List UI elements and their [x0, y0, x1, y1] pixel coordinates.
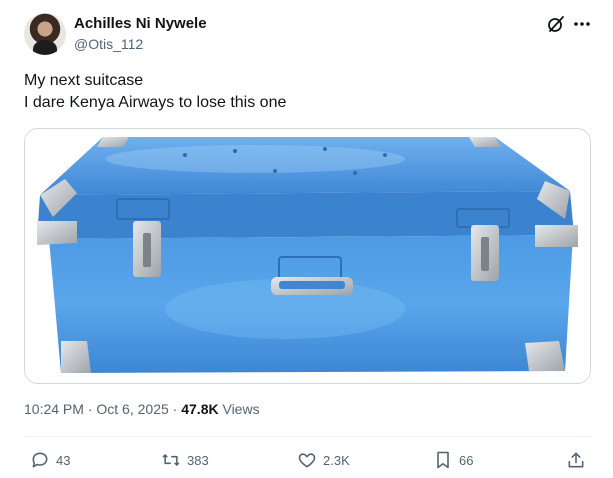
- meta-separator: ·: [87, 401, 93, 417]
- share-button[interactable]: [566, 449, 592, 471]
- divider: [24, 436, 591, 437]
- tweet-card: Achilles Ni Nywele @Otis_112 My next sui…: [0, 0, 613, 478]
- grok-icon[interactable]: [546, 14, 566, 34]
- avatar[interactable]: [24, 13, 66, 55]
- share-icon: [568, 452, 584, 468]
- tweet-line-2: I dare Kenya Airways to lose this one: [24, 94, 287, 111]
- tweet-time[interactable]: 10:24 PM: [24, 401, 84, 417]
- repost-button[interactable]: 383: [161, 449, 209, 471]
- reply-count: 43: [56, 452, 71, 468]
- tweet-meta: 10:24 PM · Oct 6, 2025 · 47.8K Views: [24, 401, 260, 417]
- bookmark-button[interactable]: 66: [433, 449, 473, 471]
- tweet-line-1: My next suitcase: [24, 72, 144, 89]
- blue-trunk-illustration: [25, 129, 590, 383]
- like-count: 2.3K: [323, 452, 350, 468]
- author-handle[interactable]: @Otis_112: [74, 36, 143, 52]
- like-button[interactable]: 2.3K: [297, 449, 350, 471]
- author-name[interactable]: Achilles Ni Nywele: [74, 15, 207, 32]
- views-count: 47.8K: [181, 401, 219, 417]
- meta-separator-2: ·: [172, 401, 178, 417]
- repost-count: 383: [187, 452, 209, 468]
- reply-button[interactable]: 43: [30, 449, 70, 471]
- repost-icon: [162, 454, 180, 466]
- heart-icon: [298, 453, 316, 468]
- tweet-text: My next suitcase I dare Kenya Airways to…: [24, 70, 286, 114]
- reply-icon: [32, 452, 48, 468]
- tweet-date[interactable]: Oct 6, 2025: [96, 401, 168, 417]
- bookmark-icon: [437, 451, 449, 469]
- more-icon[interactable]: [571, 14, 593, 34]
- media-image[interactable]: [24, 128, 591, 384]
- bookmark-count: 66: [459, 452, 474, 468]
- views-label: Views: [222, 401, 260, 417]
